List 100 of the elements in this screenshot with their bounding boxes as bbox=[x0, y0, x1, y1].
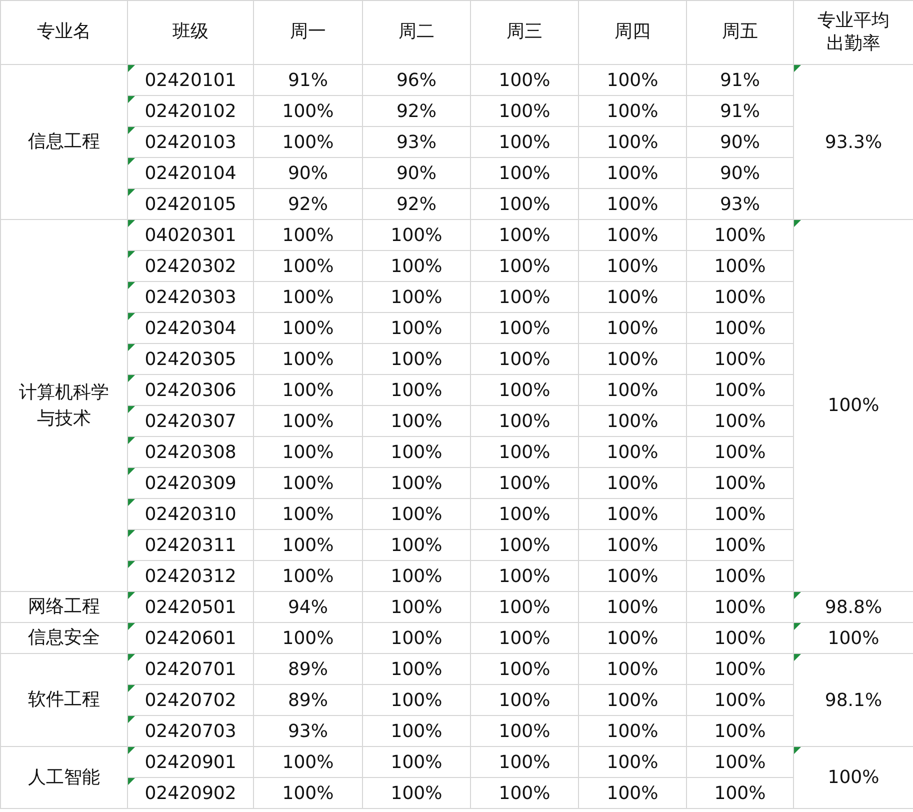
attendance-cell: 100% bbox=[254, 96, 362, 126]
attendance-cell: 100% bbox=[362, 746, 470, 778]
major-cell: 计算机科学与技术 bbox=[0, 220, 128, 592]
attendance-cell: 100% bbox=[470, 622, 578, 654]
attendance-cell: 100% bbox=[578, 778, 686, 808]
header-cell: 专业名 bbox=[0, 0, 128, 64]
attendance-cell: 100% bbox=[470, 746, 578, 778]
class-cell: 02420310 bbox=[128, 498, 254, 530]
attendance-cell: 100% bbox=[470, 126, 578, 158]
header-cell: 专业平均出勤率 bbox=[794, 0, 913, 64]
average-cell: 93.3% bbox=[794, 64, 913, 220]
attendance-cell: 91% bbox=[686, 64, 794, 96]
attendance-cell: 100% bbox=[578, 220, 686, 250]
attendance-cell: 100% bbox=[578, 344, 686, 374]
attendance-cell: 89% bbox=[254, 654, 362, 684]
attendance-cell: 100% bbox=[686, 592, 794, 622]
attendance-cell: 100% bbox=[362, 436, 470, 468]
attendance-cell: 100% bbox=[254, 312, 362, 344]
class-cell: 02420501 bbox=[128, 592, 254, 622]
attendance-cell: 100% bbox=[470, 188, 578, 220]
attendance-cell: 100% bbox=[362, 468, 470, 498]
attendance-cell: 100% bbox=[686, 746, 794, 778]
class-cell: 02420307 bbox=[128, 406, 254, 436]
attendance-cell: 90% bbox=[254, 158, 362, 188]
header-cell: 周四 bbox=[578, 0, 686, 64]
attendance-cell: 100% bbox=[254, 126, 362, 158]
major-cell: 人工智能 bbox=[0, 746, 128, 808]
class-cell: 02420303 bbox=[128, 282, 254, 312]
header-cell: 周五 bbox=[686, 0, 794, 64]
attendance-cell: 100% bbox=[362, 374, 470, 406]
class-cell: 02420102 bbox=[128, 96, 254, 126]
class-cell: 02420101 bbox=[128, 64, 254, 96]
average-cell: 100% bbox=[794, 622, 913, 654]
attendance-cell: 100% bbox=[470, 560, 578, 592]
attendance-cell: 100% bbox=[578, 126, 686, 158]
class-cell: 02420901 bbox=[128, 746, 254, 778]
attendance-cell: 100% bbox=[362, 622, 470, 654]
attendance-cell: 100% bbox=[578, 746, 686, 778]
attendance-cell: 100% bbox=[470, 344, 578, 374]
attendance-cell: 100% bbox=[578, 312, 686, 344]
attendance-cell: 100% bbox=[470, 220, 578, 250]
attendance-cell: 100% bbox=[578, 282, 686, 312]
attendance-cell: 100% bbox=[470, 778, 578, 808]
attendance-cell: 100% bbox=[362, 716, 470, 746]
attendance-cell: 100% bbox=[254, 436, 362, 468]
major-cell: 信息工程 bbox=[0, 64, 128, 220]
attendance-cell: 92% bbox=[254, 188, 362, 220]
attendance-cell: 90% bbox=[362, 158, 470, 188]
attendance-cell: 100% bbox=[470, 282, 578, 312]
attendance-cell: 100% bbox=[254, 530, 362, 560]
attendance-cell: 100% bbox=[470, 530, 578, 560]
attendance-cell: 100% bbox=[470, 250, 578, 282]
attendance-cell: 100% bbox=[254, 498, 362, 530]
header-cell: 周一 bbox=[254, 0, 362, 64]
class-cell: 02420311 bbox=[128, 530, 254, 560]
class-cell: 02420312 bbox=[128, 560, 254, 592]
attendance-cell: 89% bbox=[254, 684, 362, 716]
attendance-cell: 96% bbox=[362, 64, 470, 96]
attendance-cell: 100% bbox=[470, 312, 578, 344]
attendance-cell: 100% bbox=[470, 684, 578, 716]
attendance-cell: 100% bbox=[686, 622, 794, 654]
average-cell: 98.1% bbox=[794, 654, 913, 746]
attendance-cell: 100% bbox=[362, 654, 470, 684]
attendance-cell: 100% bbox=[578, 96, 686, 126]
attendance-cell: 100% bbox=[254, 406, 362, 436]
attendance-cell: 100% bbox=[362, 592, 470, 622]
attendance-cell: 100% bbox=[470, 436, 578, 468]
attendance-cell: 100% bbox=[254, 374, 362, 406]
major-cell: 信息安全 bbox=[0, 622, 128, 654]
attendance-cell: 100% bbox=[254, 778, 362, 808]
attendance-cell: 100% bbox=[578, 188, 686, 220]
attendance-cell: 100% bbox=[362, 250, 470, 282]
header-cell: 班级 bbox=[128, 0, 254, 64]
average-cell: 98.8% bbox=[794, 592, 913, 622]
attendance-cell: 100% bbox=[470, 374, 578, 406]
attendance-cell: 100% bbox=[578, 374, 686, 406]
attendance-cell: 100% bbox=[362, 498, 470, 530]
attendance-cell: 100% bbox=[254, 468, 362, 498]
attendance-cell: 100% bbox=[470, 158, 578, 188]
class-cell: 02420308 bbox=[128, 436, 254, 468]
class-cell: 02420601 bbox=[128, 622, 254, 654]
attendance-cell: 100% bbox=[362, 684, 470, 716]
attendance-cell: 100% bbox=[470, 498, 578, 530]
class-cell: 02420305 bbox=[128, 344, 254, 374]
class-cell: 02420702 bbox=[128, 684, 254, 716]
attendance-cell: 100% bbox=[578, 64, 686, 96]
attendance-cell: 92% bbox=[362, 188, 470, 220]
attendance-cell: 100% bbox=[470, 468, 578, 498]
attendance-cell: 100% bbox=[254, 560, 362, 592]
attendance-cell: 100% bbox=[470, 96, 578, 126]
attendance-cell: 100% bbox=[362, 282, 470, 312]
header-cell: 周二 bbox=[362, 0, 470, 64]
class-cell: 02420902 bbox=[128, 778, 254, 808]
attendance-cell: 100% bbox=[470, 64, 578, 96]
attendance-cell: 100% bbox=[470, 716, 578, 746]
attendance-cell: 100% bbox=[578, 592, 686, 622]
attendance-cell: 93% bbox=[362, 126, 470, 158]
class-cell: 02420103 bbox=[128, 126, 254, 158]
attendance-cell: 100% bbox=[470, 654, 578, 684]
header-cell: 周三 bbox=[470, 0, 578, 64]
